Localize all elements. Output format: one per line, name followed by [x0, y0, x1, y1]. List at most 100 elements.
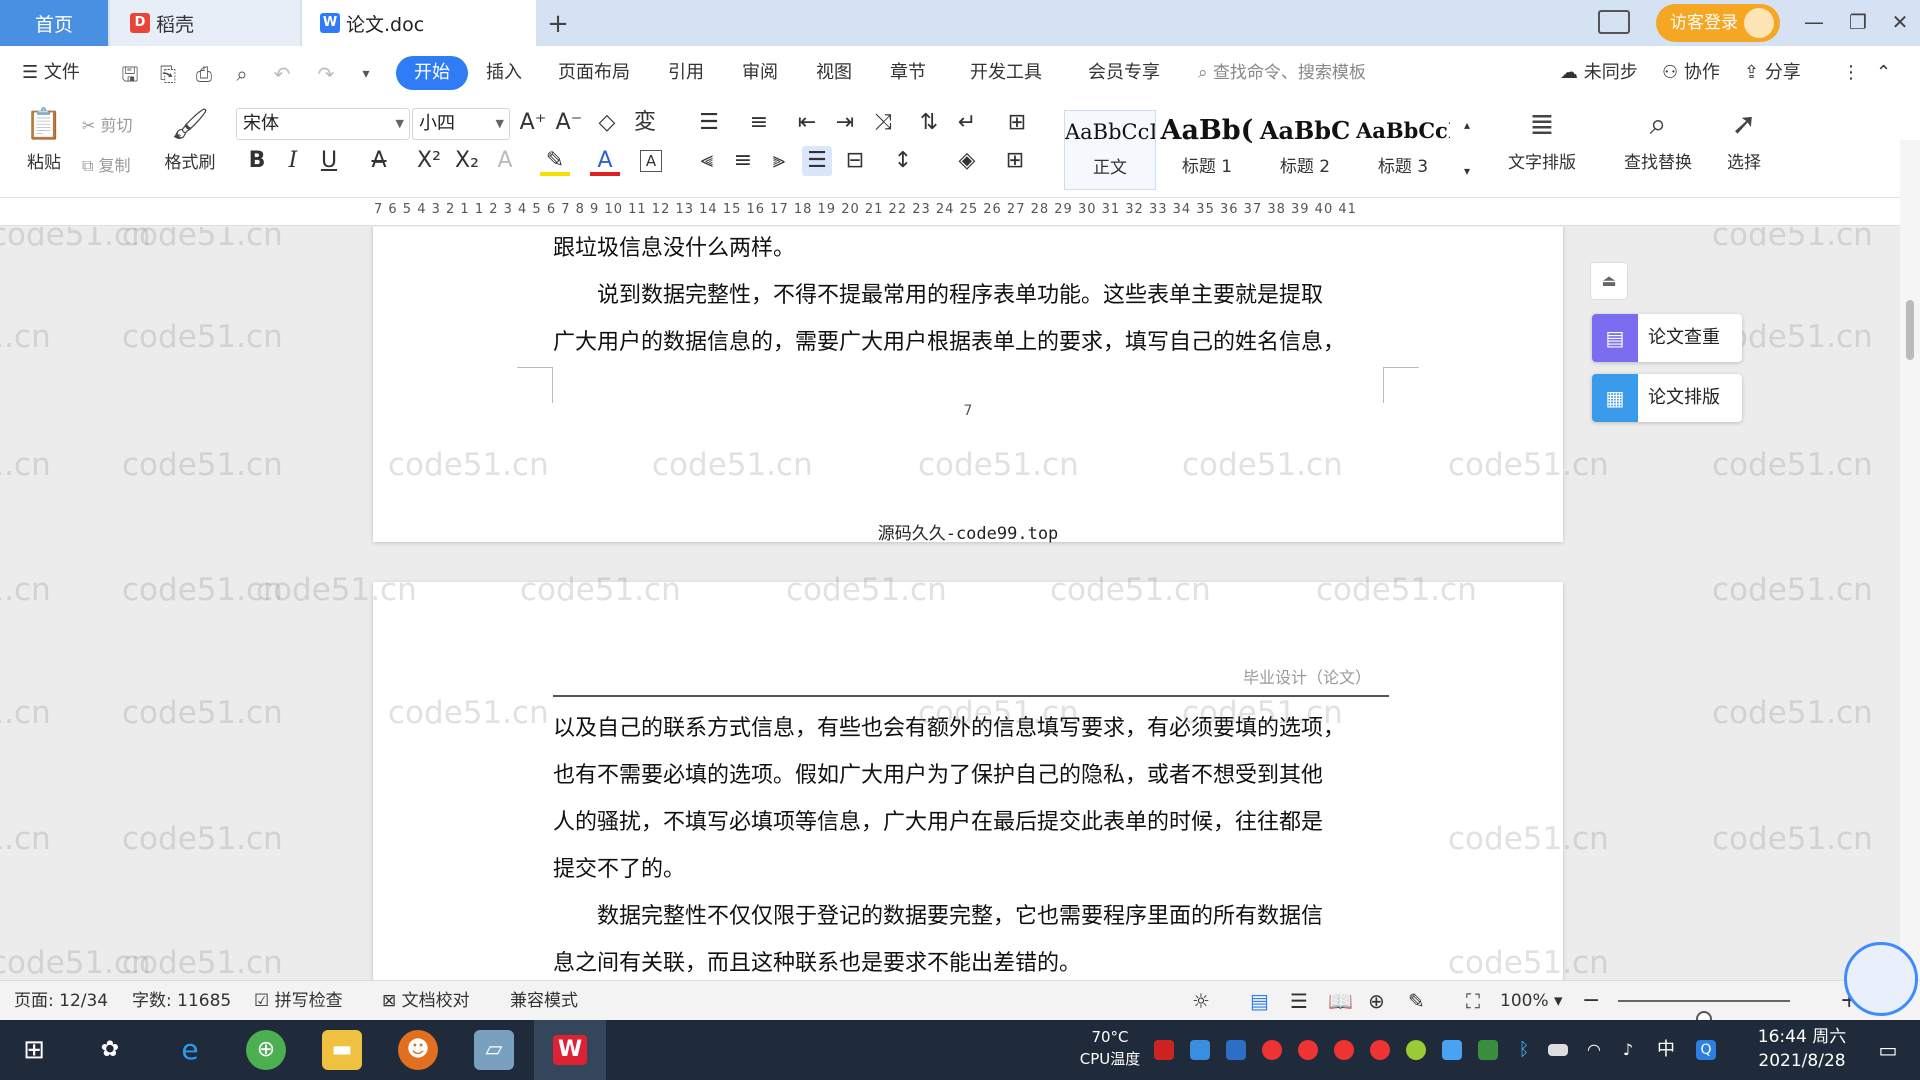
increase-indent-icon[interactable]: ⇥ [830, 108, 860, 138]
redo-icon[interactable]: ↷ [314, 62, 338, 86]
justify-icon[interactable]: ☰ [802, 146, 832, 176]
clear-format-icon[interactable]: ◇ [592, 108, 622, 138]
new-tab-button[interactable]: + [540, 6, 576, 42]
tab-daoke[interactable]: D 稻壳 [110, 0, 300, 46]
tab-document[interactable]: W 论文.doc [302, 0, 536, 46]
style-more-icon[interactable]: ▾ [1452, 156, 1482, 186]
align-center-icon[interactable]: ≡ [728, 146, 758, 176]
menu-developer[interactable]: 开发工具 [970, 56, 1042, 90]
battery-icon[interactable] [1548, 1044, 1568, 1056]
copy-button[interactable]: ⧉ 复制 [82, 152, 131, 176]
font-color-icon[interactable]: A [590, 146, 620, 176]
horizontal-ruler[interactable]: 7 6 5 4 3 2 1 1 2 3 4 5 6 7 8 9 10 11 12… [0, 198, 1920, 226]
command-search-input[interactable]: ⌕ 查找命令、搜索模板 [1198, 58, 1408, 88]
text-direction-icon[interactable]: ⤨ [868, 108, 898, 138]
close-button[interactable]: ✕ [1878, 0, 1920, 44]
word-count[interactable]: 字数: 11685 [132, 981, 231, 1021]
tray-app-icon[interactable] [1262, 1040, 1282, 1060]
cpu-temperature-widget[interactable]: 70°C CPU温度 [1070, 1026, 1150, 1070]
font-size-select[interactable]: 小四 ▼ [412, 108, 510, 140]
browser-360-icon[interactable]: ⊕ [246, 1030, 286, 1070]
page-view-icon[interactable]: ▤ [1250, 981, 1269, 1021]
style-scroll-up-icon[interactable]: ▴ [1452, 110, 1482, 140]
style-normal[interactable]: AaBbCcI 正文 [1064, 110, 1156, 190]
sync-status-button[interactable]: ☁ 未同步 [1560, 58, 1638, 88]
distribute-icon[interactable]: ⊟ [840, 146, 870, 176]
document-page[interactable]: 跟垃圾信息没什么两样。 说到数据完整性，不得不提最常用的程序表单功能。这些表单主… [373, 227, 1563, 544]
wps-taskbar-icon[interactable]: W [534, 1020, 606, 1080]
menu-start[interactable]: 开始 [396, 56, 468, 90]
text-layout-button[interactable]: ≣ 文字排版 [1492, 106, 1592, 173]
menu-chapter[interactable]: 章节 [890, 56, 926, 90]
print-preview-icon[interactable]: ⌕ [230, 62, 254, 86]
collaborate-button[interactable]: ⚇ 协作 [1662, 58, 1720, 88]
file-explorer-icon[interactable]: ▬ [322, 1030, 362, 1070]
sort-icon[interactable]: ⇅ [914, 108, 944, 138]
thesis-check-button[interactable]: ▤ 论文查重 [1592, 314, 1742, 362]
reading-view-icon[interactable]: 📖 [1328, 981, 1353, 1021]
tray-app-icon[interactable] [1334, 1040, 1354, 1060]
zoom-out-icon[interactable]: − [1582, 981, 1600, 1021]
select-button[interactable]: ➚ 选择 [1714, 106, 1774, 173]
save-icon[interactable]: 🖫 [118, 62, 142, 86]
shield-icon[interactable] [1226, 1040, 1246, 1060]
style-heading-1[interactable]: AaBb(标题 1 [1160, 110, 1254, 190]
collapse-ribbon-icon[interactable]: ⌃ [1876, 58, 1891, 88]
menu-reference[interactable]: 引用 [668, 56, 704, 90]
zoom-slider[interactable] [1618, 1000, 1790, 1027]
fit-page-icon[interactable]: ⛶ [1466, 981, 1480, 1021]
menu-page-layout[interactable]: 页面布局 [558, 56, 630, 90]
italic-icon[interactable]: I [278, 146, 308, 176]
decrease-indent-icon[interactable]: ⇤ [792, 108, 822, 138]
ie-browser-icon[interactable]: e [170, 1030, 210, 1070]
text-effect-icon[interactable]: A [490, 146, 520, 176]
assistant-avatar-icon[interactable] [1844, 942, 1918, 1016]
line-spacing-icon[interactable]: ↕ [888, 146, 918, 176]
underline-icon[interactable]: U [314, 146, 344, 176]
pinwheel-app-icon[interactable]: ✿ [90, 1030, 130, 1070]
share-button[interactable]: ⇪ 分享 [1744, 58, 1801, 88]
border-icon[interactable]: ⊞ [1000, 146, 1030, 176]
file-menu[interactable]: ☰ 文件 [22, 56, 80, 90]
tray-app-icon[interactable] [1154, 1040, 1174, 1060]
align-right-icon[interactable]: ⫸ [764, 146, 794, 176]
vertical-scrollbar[interactable] [1900, 140, 1920, 980]
ime-indicator[interactable]: 中 [1654, 1040, 1678, 1060]
char-border-icon[interactable]: A [640, 150, 662, 172]
grow-font-icon[interactable]: A⁺ [518, 108, 548, 138]
print-icon[interactable]: ⎙ [192, 62, 216, 86]
shading-icon[interactable]: ◈ [952, 146, 982, 176]
tray-app-icon[interactable] [1442, 1040, 1462, 1060]
cut-button[interactable]: ✂ 剪切 [82, 112, 133, 136]
spell-check-button[interactable]: ☑ 拼写检查 [254, 981, 343, 1021]
tray-app-icon[interactable] [1190, 1040, 1210, 1060]
tray-app-icon[interactable] [1406, 1040, 1426, 1060]
eye-protect-icon[interactable]: ☼ [1192, 981, 1210, 1021]
style-heading-2[interactable]: AaBbC 标题 2 [1258, 110, 1352, 190]
proofread-button[interactable]: ⊠ 文档校对 [382, 981, 470, 1021]
tab-home[interactable]: 首页 [0, 0, 108, 46]
volume-icon[interactable]: ♪ [1618, 1040, 1638, 1060]
side-panel-collapse-icon[interactable]: ⏏ [1590, 262, 1628, 300]
tray-app-icon[interactable] [1370, 1040, 1390, 1060]
find-replace-button[interactable]: ⌕ 查找替换 [1608, 106, 1708, 173]
number-list-icon[interactable]: ≡ [744, 108, 774, 138]
notification-icon[interactable]: ▭ [1868, 1030, 1908, 1070]
thesis-layout-button[interactable]: ▦ 论文排版 [1592, 374, 1742, 422]
minimize-button[interactable]: — [1792, 0, 1836, 44]
document-page[interactable]: 毕业设计（论文） 以及自己的联系方式信息，有些也会有额外的信息填写要求，有必须要… [373, 582, 1563, 980]
zoom-select[interactable]: 100% ▾ [1500, 981, 1563, 1021]
quick-access-dropdown-icon[interactable]: ▾ [354, 62, 378, 86]
subscript-icon[interactable]: X₂ [452, 146, 482, 176]
windows-start-icon[interactable]: ⊞ [14, 1030, 54, 1070]
line-break-icon[interactable]: ↵ [952, 108, 982, 138]
shrink-font-icon[interactable]: A⁻ [554, 108, 584, 138]
format-painter-button[interactable]: 🖌 格式刷 [160, 106, 220, 173]
bold-icon[interactable]: B [242, 146, 272, 176]
style-heading-3[interactable]: AaBbCcI 标题 3 [1356, 110, 1450, 190]
guest-login-button[interactable]: 访客登录 [1656, 4, 1780, 42]
write-mode-icon[interactable]: ✎ [1408, 981, 1425, 1021]
show-marks-icon[interactable]: ⊞ [1002, 108, 1032, 138]
nvidia-icon[interactable] [1478, 1040, 1498, 1060]
web-view-icon[interactable]: ⊕ [1368, 981, 1385, 1021]
